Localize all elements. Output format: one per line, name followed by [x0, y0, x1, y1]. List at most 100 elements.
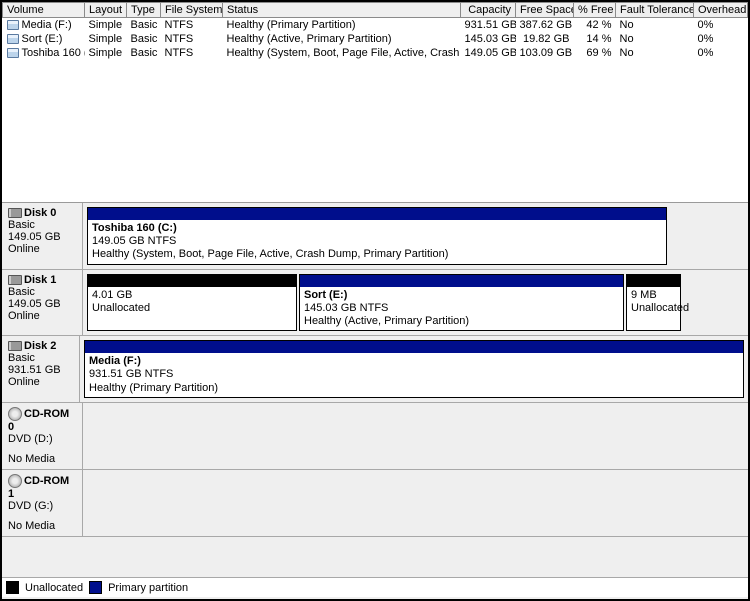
- disk-size: 149.05 GB: [8, 298, 78, 310]
- drive-letter: DVD (G:): [8, 500, 78, 512]
- cell: No: [616, 18, 694, 33]
- disk-row-2: Disk 2 Basic 931.51 GB Online Media (F:)…: [2, 336, 748, 403]
- col-fault[interactable]: Fault Tolerance: [616, 3, 694, 18]
- disk-type: Basic: [8, 286, 78, 298]
- cell: No: [616, 32, 694, 46]
- cell: Simple: [85, 46, 127, 60]
- cell: Healthy (Active, Primary Partition): [223, 32, 461, 46]
- volume-icon: [7, 48, 19, 58]
- cell: Healthy (Primary Partition): [223, 18, 461, 33]
- volume-icon: [7, 20, 19, 30]
- volume-icon: [7, 34, 19, 44]
- partition-bar: [88, 208, 666, 220]
- cdrom-icon: [8, 407, 22, 421]
- partition-unallocated-2[interactable]: 9 MB Unallocated: [626, 274, 681, 332]
- cell: NTFS: [161, 46, 223, 60]
- partition-size: 4.01 GB: [92, 289, 292, 302]
- col-status[interactable]: Status: [223, 3, 461, 18]
- disk-state: Online: [8, 243, 78, 255]
- partition-unallocated-1[interactable]: 4.01 GB Unallocated: [87, 274, 297, 332]
- disk-name: Disk 1: [24, 274, 56, 286]
- disk-type: Basic: [8, 352, 75, 364]
- cdrom-icon: [8, 474, 22, 488]
- disk-state: No Media: [8, 453, 78, 465]
- legend-swatch-primary: [89, 581, 102, 594]
- disk-type: Basic: [8, 219, 78, 231]
- disk-size: 149.05 GB: [8, 231, 78, 243]
- cell: 14 %: [574, 32, 616, 46]
- col-free[interactable]: Free Space: [516, 3, 574, 18]
- cell: 931.51 GB: [461, 18, 516, 33]
- volume-table[interactable]: Volume Layout Type File System Status Ca…: [2, 2, 748, 60]
- disk-name: Disk 2: [24, 340, 56, 352]
- disk-header[interactable]: CD-ROM 1 DVD (G:) No Media: [2, 470, 83, 536]
- legend-label-primary: Primary partition: [108, 582, 188, 594]
- partition-status: Unallocated: [631, 302, 676, 315]
- cdrom-row-0: CD-ROM 0 DVD (D:) No Media: [2, 403, 748, 470]
- cell: NTFS: [161, 18, 223, 33]
- cell: 149.05 GB: [461, 46, 516, 60]
- disk-name: Disk 0: [24, 207, 56, 219]
- cdrom-body[interactable]: [83, 470, 748, 536]
- partition-status: Healthy (System, Boot, Page File, Active…: [92, 248, 662, 261]
- partition-size: 145.03 GB NTFS: [304, 302, 619, 315]
- partition-toshiba-c[interactable]: Toshiba 160 (C:) 149.05 GB NTFS Healthy …: [87, 207, 667, 265]
- cell: Simple: [85, 18, 127, 33]
- cell: 69 %: [574, 46, 616, 60]
- cell: Basic: [127, 32, 161, 46]
- partition-status: Healthy (Primary Partition): [89, 382, 739, 395]
- cdrom-body[interactable]: [83, 403, 748, 469]
- partition-media-f[interactable]: Media (F:) 931.51 GB NTFS Healthy (Prima…: [84, 340, 744, 398]
- disk-row-0: Disk 0 Basic 149.05 GB Online Toshiba 16…: [2, 203, 748, 270]
- partition-size: 9 MB: [631, 289, 676, 302]
- col-type[interactable]: Type: [127, 3, 161, 18]
- table-row[interactable]: Media (F:) Simple Basic NTFS Healthy (Pr…: [3, 18, 748, 33]
- cell: 0%: [694, 18, 748, 33]
- col-capacity[interactable]: Capacity: [461, 3, 516, 18]
- col-layout[interactable]: Layout: [85, 3, 127, 18]
- partition-title: Sort (E:): [304, 289, 619, 302]
- disk-header[interactable]: CD-ROM 0 DVD (D:) No Media: [2, 403, 83, 469]
- col-pct[interactable]: % Free: [574, 3, 616, 18]
- volume-name: Media (F:): [22, 19, 72, 31]
- partition-status: Unallocated: [92, 302, 292, 315]
- partition-status: Healthy (Active, Primary Partition): [304, 315, 619, 328]
- cell: 145.03 GB: [461, 32, 516, 46]
- col-overhead[interactable]: Overhead: [694, 3, 748, 18]
- table-row[interactable]: Toshiba 160 (C:) Simple Basic NTFS Healt…: [3, 46, 748, 60]
- disk-icon: [8, 275, 22, 285]
- disk-state: Online: [8, 310, 78, 322]
- disk-header[interactable]: Disk 1 Basic 149.05 GB Online: [2, 270, 83, 336]
- volume-name: Sort (E:): [22, 33, 63, 45]
- partition-bar: [627, 275, 680, 287]
- disk-management-window: Volume Layout Type File System Status Ca…: [0, 0, 750, 601]
- volume-table-header[interactable]: Volume Layout Type File System Status Ca…: [3, 3, 748, 18]
- disk-row-1: Disk 1 Basic 149.05 GB Online 4.01 GB Un…: [2, 270, 748, 337]
- disk-header[interactable]: Disk 2 Basic 931.51 GB Online: [2, 336, 80, 402]
- disk-graphic-pane: Disk 0 Basic 149.05 GB Online Toshiba 16…: [2, 203, 748, 599]
- col-volume[interactable]: Volume: [3, 3, 85, 18]
- legend-swatch-unallocated: [6, 581, 19, 594]
- partition-sort-e[interactable]: Sort (E:) 145.03 GB NTFS Healthy (Active…: [299, 274, 624, 332]
- volume-list-pane: Volume Layout Type File System Status Ca…: [2, 2, 748, 203]
- disk-state: No Media: [8, 520, 78, 532]
- partition-size: 149.05 GB NTFS: [92, 235, 662, 248]
- disk-size: 931.51 GB: [8, 364, 75, 376]
- volume-name: Toshiba 160 (C:): [22, 47, 85, 59]
- cell: NTFS: [161, 32, 223, 46]
- cell: No: [616, 46, 694, 60]
- table-row[interactable]: Sort (E:) Simple Basic NTFS Healthy (Act…: [3, 32, 748, 46]
- cell: 103.09 GB: [516, 46, 574, 60]
- partition-bar: [88, 275, 296, 287]
- disk-header[interactable]: Disk 0 Basic 149.05 GB Online: [2, 203, 83, 269]
- cell: 387.62 GB: [516, 18, 574, 33]
- col-fs[interactable]: File System: [161, 3, 223, 18]
- legend-label-unallocated: Unallocated: [25, 582, 83, 594]
- cell: 0%: [694, 46, 748, 60]
- cell: 42 %: [574, 18, 616, 33]
- cell: Simple: [85, 32, 127, 46]
- cell: 19.82 GB: [516, 32, 574, 46]
- cell: Healthy (System, Boot, Page File, Active…: [223, 46, 461, 60]
- cell: 0%: [694, 32, 748, 46]
- disk-icon: [8, 208, 22, 218]
